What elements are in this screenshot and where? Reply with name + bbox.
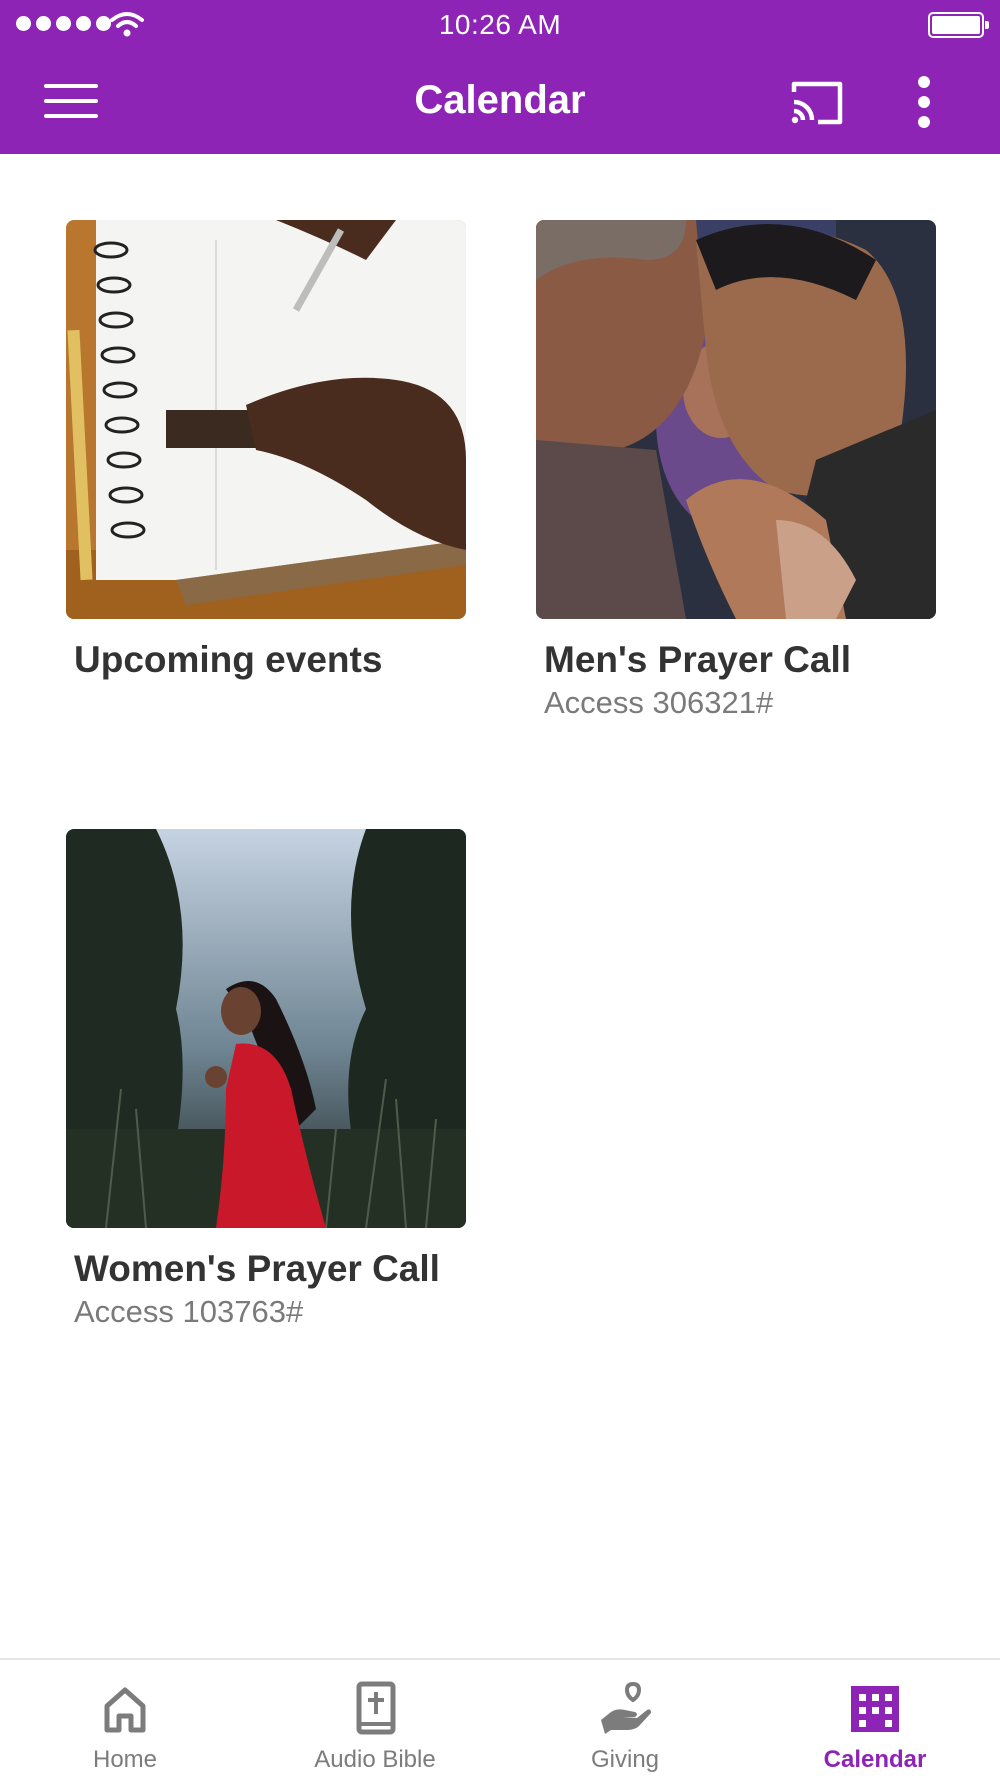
card-subtitle: Access 103763#	[74, 1294, 304, 1329]
tab-label: Audio Bible	[314, 1746, 436, 1773]
app-header: 10:26 AM Calendar	[0, 0, 1000, 154]
woman-praying-photo	[66, 829, 466, 1228]
tab-audio-bible[interactable]: Audio Bible	[250, 1660, 500, 1778]
tab-label: Home	[92, 1746, 158, 1773]
card-title: Women's Prayer Call	[74, 1248, 440, 1289]
battery-icon	[928, 12, 989, 38]
home-icon	[104, 1687, 146, 1733]
more-options-button[interactable]	[908, 74, 940, 130]
upcoming-events-image	[66, 220, 466, 619]
womens-prayer-call-image	[66, 829, 466, 1228]
status-bar: 10:26 AM	[0, 0, 1000, 50]
building-calendar-icon	[851, 1686, 899, 1732]
card-womens-prayer-call[interactable]: Women's Prayer Call Access 103763#	[66, 829, 466, 1330]
tab-label: Calendar	[823, 1746, 927, 1773]
men-praying-photo	[536, 220, 936, 619]
mens-prayer-call-image	[536, 220, 936, 619]
bottom-tab-bar: Home Audio Bible Giving Calendar	[0, 1658, 1000, 1778]
card-subtitle: Access 306321#	[544, 685, 774, 720]
card-title: Upcoming events	[74, 639, 383, 680]
giving-heart-hand-icon	[601, 1681, 651, 1734]
tab-calendar[interactable]: Calendar	[750, 1660, 1000, 1778]
tab-home[interactable]: Home	[0, 1660, 250, 1778]
status-time: 10:26 AM	[438, 9, 562, 40]
card-upcoming-events[interactable]: Upcoming events	[66, 220, 466, 681]
tab-label: Giving	[590, 1746, 660, 1773]
card-mens-prayer-call[interactable]: Men's Prayer Call Access 306321#	[536, 220, 936, 721]
notebook-photo	[66, 220, 466, 619]
card-title: Men's Prayer Call	[544, 639, 852, 680]
bible-icon	[356, 1681, 396, 1735]
page-title: Calendar	[414, 78, 586, 122]
tab-giving[interactable]: Giving	[500, 1660, 750, 1778]
cast-icon[interactable]	[788, 78, 846, 126]
